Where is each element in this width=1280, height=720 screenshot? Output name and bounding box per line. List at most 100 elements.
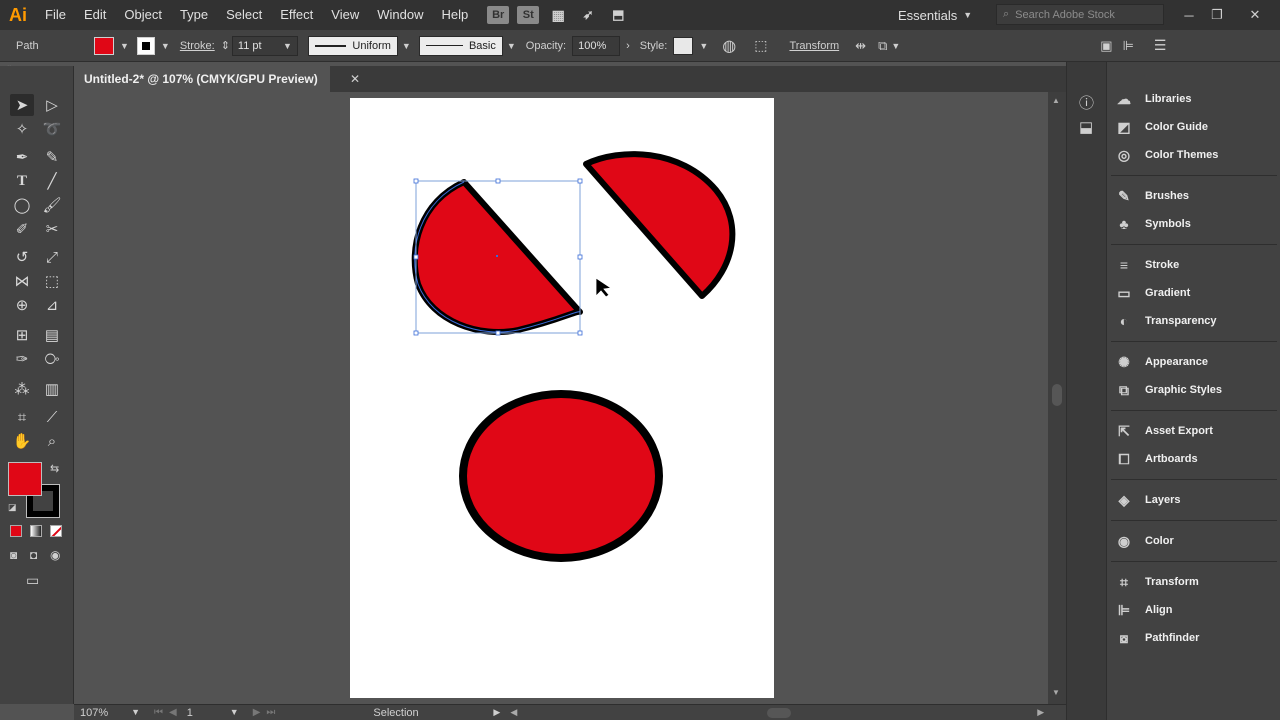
right-half-circle-shape[interactable] [583, 151, 736, 299]
stroke-dropdown-icon[interactable]: ▼ [161, 41, 170, 51]
fill-dropdown-icon[interactable]: ▼ [120, 41, 129, 51]
default-colors-icon[interactable]: ◪ [8, 502, 17, 513]
scroll-left-icon[interactable]: ◀ [510, 707, 517, 718]
rotate-tool[interactable]: ↺ [10, 246, 34, 268]
artboard-number-field[interactable]: 1 ▼ [187, 707, 239, 719]
scroll-thumb[interactable] [1052, 384, 1062, 406]
lasso-tool[interactable]: ➰ [40, 118, 64, 140]
panel-color-guide[interactable]: ◩ Color Guide [1113, 114, 1275, 140]
hand-tool[interactable]: ✋ [10, 430, 34, 452]
panel-libraries[interactable]: ☁ Libraries [1113, 86, 1275, 112]
panel-appearance[interactable]: ✺ Appearance [1113, 349, 1275, 375]
mesh-tool[interactable]: ⊞ [10, 324, 34, 346]
none-mode-icon[interactable] [50, 525, 62, 537]
document-tab[interactable]: Untitled-2* @ 107% (CMYK/GPU Preview) ✕ [74, 66, 360, 92]
recolor-artwork-icon[interactable]: ◍ [722, 36, 736, 56]
line-segment-tool[interactable]: ╱ [40, 170, 64, 192]
bridge-button[interactable]: Br [487, 6, 510, 24]
chevron-down-icon[interactable]: ▼ [891, 41, 900, 51]
swap-colors-icon[interactable]: ⇆ [50, 462, 59, 475]
share-icon[interactable]: ⬒ [607, 6, 629, 24]
panel-symbols[interactable]: ♣ Symbols [1113, 211, 1275, 237]
transform-link[interactable]: Transform [789, 40, 839, 52]
status-menu-icon[interactable]: ▶ [493, 707, 500, 718]
profile-dropdown-icon[interactable]: ▼ [402, 41, 411, 51]
paintbrush-tool[interactable]: 🖌 [40, 194, 64, 216]
direct-selection-tool[interactable]: ▷ [40, 94, 64, 116]
first-artboard-icon[interactable]: ⏮ [154, 707, 163, 718]
stroke-stepper-icon[interactable]: ⇕ [221, 39, 230, 52]
panel-transform[interactable]: ⌗ Transform [1113, 569, 1275, 595]
arrange-documents-icon[interactable]: ▦ [547, 6, 569, 24]
symbol-sprayer-tool[interactable]: ⁂ [10, 378, 34, 400]
arrange-icon[interactable]: ▣ [1100, 38, 1112, 54]
draw-inside-icon[interactable]: ◉ [50, 548, 60, 562]
menu-window[interactable]: Window [368, 0, 432, 30]
stroke-swatch[interactable] [136, 36, 155, 55]
slice-tool[interactable]: ⟋ [40, 406, 64, 428]
left-half-circle-shape[interactable] [411, 179, 583, 336]
scale-tool[interactable]: ⤢ [40, 246, 64, 268]
next-artboard-icon[interactable]: ▶ [253, 707, 261, 718]
control-menu-icon[interactable]: ☰ [1154, 37, 1167, 54]
color-mode-icon[interactable] [10, 525, 22, 537]
scroll-up-icon[interactable]: ▲ [1052, 96, 1060, 105]
close-window-button[interactable]: ✕ [1240, 0, 1270, 30]
draw-normal-icon[interactable]: ◙ [10, 548, 17, 562]
ellipse-tool[interactable]: ◯ [10, 194, 34, 216]
magic-wand-tool[interactable]: ✧ [10, 118, 34, 140]
horizontal-scroll-thumb[interactable] [767, 707, 792, 718]
panel-stroke[interactable]: ≡ Stroke [1113, 252, 1275, 278]
menu-help[interactable]: Help [432, 0, 477, 30]
opacity-label[interactable]: Opacity: [526, 40, 566, 52]
fill-swatch[interactable] [94, 36, 114, 55]
isolate-icon[interactable]: ⧉ [878, 38, 887, 54]
workspace-switcher[interactable]: Essentials ▼ [898, 0, 972, 30]
menu-view[interactable]: View [322, 0, 368, 30]
panel-graphic-styles[interactable]: ⧉ Graphic Styles [1113, 377, 1275, 403]
panel-layers[interactable]: ◈ Layers [1113, 487, 1275, 513]
minimize-button[interactable]: ─ [1174, 0, 1204, 30]
panel-gradient[interactable]: ▭ Gradient [1113, 280, 1275, 306]
maximize-button[interactable]: ❐ [1202, 0, 1232, 30]
search-stock-input[interactable]: ⌕ Search Adobe Stock [996, 4, 1164, 25]
scroll-right-icon[interactable]: ▶ [1037, 707, 1044, 718]
last-artboard-icon[interactable]: ⏭ [266, 707, 275, 718]
brush-dropdown-icon[interactable]: ▼ [507, 41, 516, 51]
stock-button[interactable]: St [517, 6, 540, 24]
scroll-down-icon[interactable]: ▼ [1052, 688, 1060, 697]
menu-edit[interactable]: Edit [75, 0, 115, 30]
draw-behind-icon[interactable]: ◘ [30, 548, 37, 562]
gradient-mode-icon[interactable] [30, 525, 42, 537]
properties-icon[interactable]: ⓘ [1079, 92, 1094, 113]
stroke-weight-field[interactable]: 11 pt ▼ [231, 35, 298, 56]
fill-color-box[interactable] [8, 462, 42, 496]
style-dropdown-icon[interactable]: ▼ [699, 41, 708, 51]
menu-file[interactable]: File [36, 0, 75, 30]
zoom-tool[interactable]: ⌕ [40, 430, 64, 452]
panel-color-themes[interactable]: ◎ Color Themes [1113, 142, 1275, 168]
graphic-style-swatch[interactable] [673, 36, 694, 55]
panel-artboards[interactable]: ⧠ Artboards [1113, 446, 1275, 472]
scissors-tool[interactable]: ✂ [40, 218, 64, 240]
width-tool[interactable]: ⋈ [10, 270, 34, 292]
brush-definition[interactable]: Basic [418, 35, 503, 56]
zoom-field[interactable]: 107% ▼ [80, 707, 140, 719]
type-tool[interactable]: T [10, 170, 34, 192]
panel-asset-export[interactable]: ⇱ Asset Export [1113, 418, 1275, 444]
panel-align[interactable]: ⊫ Align [1113, 597, 1275, 623]
curvature-tool[interactable]: ✎ [40, 146, 64, 168]
gradient-tool[interactable]: ▤ [40, 324, 64, 346]
shape-builder-tool[interactable]: ⊕ [10, 294, 34, 316]
previous-artboard-icon[interactable]: ◀ [169, 707, 177, 718]
opacity-arrow-icon[interactable]: › [626, 40, 630, 52]
opacity-field[interactable]: 100% [572, 35, 621, 56]
panel-color[interactable]: ◉ Color [1113, 528, 1275, 554]
variable-width-profile[interactable]: Uniform [307, 35, 398, 56]
panel-transparency[interactable]: ◐ Transparency [1113, 308, 1275, 334]
libraries-sync-icon[interactable]: ⬓ [1079, 118, 1093, 136]
stroke-label[interactable]: Stroke: [180, 40, 215, 52]
blend-tool[interactable]: ⧂ [40, 348, 64, 370]
shaper-tool[interactable]: ✐ [10, 218, 34, 240]
vertical-scrollbar[interactable]: ▲ ▼ [1048, 92, 1066, 704]
